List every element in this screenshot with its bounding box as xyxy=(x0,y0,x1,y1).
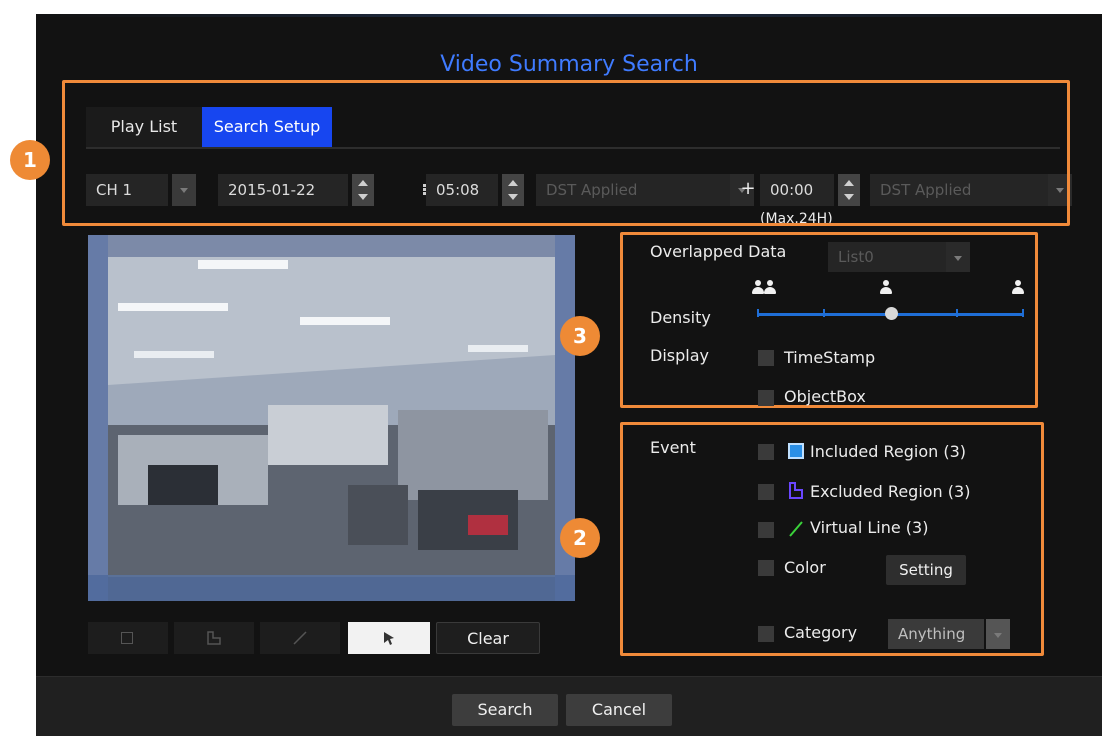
crowd-low-icon-2 xyxy=(764,280,776,294)
timestamp-label: TimeStamp xyxy=(784,348,876,367)
virtual-line-checkbox[interactable] xyxy=(758,522,774,538)
draw-included-region-button[interactable] xyxy=(88,622,168,654)
objectbox-checkbox[interactable] xyxy=(758,390,774,406)
density-label: Density xyxy=(650,308,711,327)
cancel-button[interactable]: Cancel xyxy=(566,694,672,726)
callout-badge-2: 2 xyxy=(560,518,600,558)
overlapped-data-arrow-icon[interactable] xyxy=(946,242,970,272)
density-slider-handle[interactable] xyxy=(885,307,898,320)
included-region-checkbox[interactable] xyxy=(758,444,774,460)
rectangle-icon xyxy=(121,632,133,644)
category-value: Anything xyxy=(898,625,966,643)
category-select[interactable]: Anything xyxy=(888,619,984,649)
overlapped-data-select[interactable]: List0 xyxy=(828,242,946,272)
draw-virtual-line-button[interactable] xyxy=(260,622,340,654)
video-preview[interactable] xyxy=(88,235,575,601)
virtual-line-icon xyxy=(789,521,803,537)
included-region-icon xyxy=(788,443,804,459)
density-tick xyxy=(1022,309,1024,317)
category-label: Category xyxy=(784,623,858,642)
crowd-single-icon xyxy=(1012,280,1024,294)
cursor-arrow-icon xyxy=(384,632,394,645)
density-tick xyxy=(757,309,759,317)
callout-badge-1: 1 xyxy=(10,140,50,180)
clear-button[interactable]: Clear xyxy=(436,622,540,654)
overlapped-data-label: Overlapped Data xyxy=(650,242,787,261)
color-label: Color xyxy=(784,558,826,577)
dialog-title: Video Summary Search xyxy=(440,52,698,77)
excluded-region-icon xyxy=(789,482,803,499)
timestamp-checkbox[interactable] xyxy=(758,350,774,366)
crowd-mid-icon xyxy=(880,280,892,294)
crowd-low-icon xyxy=(752,280,764,294)
draw-excluded-region-button[interactable] xyxy=(174,622,254,654)
event-label: Event xyxy=(650,438,696,457)
density-tick xyxy=(823,309,825,317)
display-label: Display xyxy=(650,346,709,365)
objectbox-label: ObjectBox xyxy=(784,387,866,406)
category-arrow-icon[interactable] xyxy=(986,619,1010,649)
excluded-region-icon xyxy=(207,631,221,645)
overlapped-data-value: List0 xyxy=(838,248,874,266)
select-pointer-button[interactable] xyxy=(348,622,430,654)
callout-badge-3: 3 xyxy=(560,316,600,356)
density-tick xyxy=(956,309,958,317)
excluded-region-checkbox[interactable] xyxy=(758,484,774,500)
callout-box-1 xyxy=(62,80,1070,226)
virtual-line-label: Virtual Line (3) xyxy=(810,518,929,537)
category-checkbox[interactable] xyxy=(758,626,774,642)
excluded-region-label: Excluded Region (3) xyxy=(810,482,971,501)
line-icon xyxy=(293,631,307,645)
color-checkbox[interactable] xyxy=(758,560,774,576)
search-button[interactable]: Search xyxy=(452,694,558,726)
dialog-window: Video Summary Search Play List Search Se… xyxy=(10,14,1102,736)
color-setting-button[interactable]: Setting xyxy=(886,555,966,585)
window-top-edge xyxy=(36,14,1102,17)
included-region-label: Included Region (3) xyxy=(810,442,967,461)
